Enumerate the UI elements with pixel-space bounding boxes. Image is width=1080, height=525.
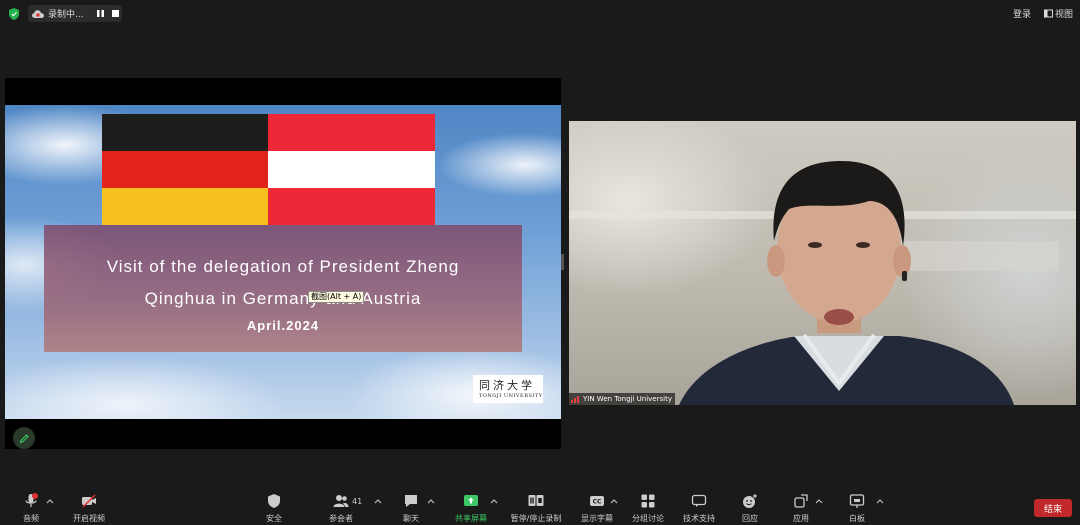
audio-chevron-up-icon[interactable] [46, 498, 54, 504]
logo-chinese: 同济大学 [479, 379, 535, 392]
emoji-icon [743, 494, 757, 508]
participants-count: 41 [352, 497, 363, 506]
chat-button[interactable]: 聊天 [396, 487, 426, 525]
breakout-rooms-label: 分组讨论 [632, 514, 664, 523]
slide-title-line2: Qinghua in Germany and Austria [144, 289, 422, 308]
apps-label: 应用 [793, 514, 809, 523]
support-icon [691, 494, 707, 507]
whiteboard-chevron-up-icon[interactable] [876, 498, 884, 504]
captions-button[interactable]: CC 显示字幕 [578, 487, 616, 525]
captions-cc-icon: CC [590, 496, 604, 506]
view-label: 视图 [1055, 10, 1074, 20]
panel-splitter[interactable] [561, 254, 564, 270]
title-banner: Visit of the delegation of President Zhe… [44, 225, 522, 352]
view-icon [1044, 9, 1053, 18]
whiteboard-button[interactable]: 白板 [842, 487, 872, 525]
cloud-record-icon [32, 9, 44, 18]
whiteboard-label: 白板 [849, 514, 865, 523]
speaker-figure [569, 161, 1076, 405]
presentation-slide: Visit of the delegation of President Zhe… [5, 105, 561, 419]
whiteboard-icon [849, 494, 865, 508]
chat-chevron-up-icon[interactable] [427, 498, 435, 504]
start-video-button[interactable]: 开启视频 [68, 487, 110, 525]
recording-control-button[interactable]: 暂停/停止录制 [506, 487, 566, 525]
security-shield-icon [268, 494, 280, 508]
logo-english: TONGJI UNIVERSITY [479, 393, 543, 399]
audio-label: 音频 [23, 514, 39, 523]
security-button[interactable]: 安全 [258, 487, 290, 525]
chat-label: 聊天 [403, 514, 419, 523]
svg-text:CC: CC [593, 499, 602, 506]
reactions-label: 回应 [742, 514, 758, 523]
tech-support-label: 技术支持 [683, 514, 715, 523]
share-chevron-up-icon[interactable] [490, 498, 498, 504]
login-link[interactable]: 登录 [1013, 7, 1031, 20]
shield-icon[interactable] [9, 8, 19, 20]
audio-button[interactable]: 音频 [14, 487, 48, 525]
captions-label: 显示字幕 [581, 514, 613, 523]
participants-icon [333, 495, 349, 507]
reactions-button[interactable]: 回应 [734, 487, 766, 525]
meeting-toolbar: 音频 开启视频 安全 参会者 41 聊天 共享屏幕 暂停/停止录制 CC 显示字… [0, 487, 1080, 525]
recording-label: 录制中... [48, 10, 84, 20]
breakout-rooms-button[interactable]: 分组讨论 [628, 487, 668, 525]
participants-button[interactable]: 参会者 [322, 487, 360, 525]
tech-support-button[interactable]: 技术支持 [679, 487, 719, 525]
pause-stop-record-icon [528, 495, 544, 506]
chat-icon [405, 495, 417, 507]
share-screen-icon [464, 495, 478, 506]
austria-flag [268, 114, 435, 225]
share-screen-label: 共享屏幕 [455, 514, 487, 523]
security-label: 安全 [266, 514, 282, 523]
end-meeting-button[interactable]: 结束 [1034, 499, 1072, 517]
pause-icon[interactable] [96, 9, 105, 18]
start-video-label: 开启视频 [73, 514, 105, 523]
participant-name: YIN Wen Tongji University [583, 395, 672, 403]
participants-chevron-up-icon[interactable] [374, 498, 382, 504]
video-off-icon [82, 494, 96, 508]
apps-chevron-up-icon[interactable] [815, 498, 823, 504]
signal-bars-icon [571, 395, 580, 403]
top-bar: 录制中... 登录 视图 [0, 0, 1080, 28]
slide-date: April.2024 [246, 318, 320, 333]
view-button[interactable]: 视图 [1044, 7, 1073, 20]
tongji-logo: 同济大学 TONGJI UNIVERSITY [473, 375, 543, 403]
shared-screen[interactable]: Visit of the delegation of President Zhe… [5, 78, 561, 449]
microphone-icon [25, 493, 38, 507]
apps-icon [794, 494, 808, 508]
recording-control-label: 暂停/停止录制 [510, 514, 562, 523]
germany-flag [102, 114, 268, 225]
captions-chevron-up-icon[interactable] [610, 498, 618, 504]
screenshot-tooltip: 截图(Alt + A) [308, 291, 365, 303]
participant-name-tag: YIN Wen Tongji University [569, 393, 675, 405]
recording-indicator[interactable]: 录制中... [28, 5, 122, 22]
share-screen-button[interactable]: 共享屏幕 [452, 487, 490, 525]
breakout-grid-icon [641, 494, 655, 508]
apps-button[interactable]: 应用 [786, 487, 816, 525]
pencil-icon [19, 433, 29, 443]
annotate-button[interactable] [13, 427, 35, 449]
participants-label: 参会者 [329, 514, 353, 523]
stop-icon[interactable] [111, 9, 120, 18]
slide-title-line1: Visit of the delegation of President Zhe… [106, 257, 460, 276]
participant-video[interactable]: YIN Wen Tongji University [569, 121, 1076, 405]
